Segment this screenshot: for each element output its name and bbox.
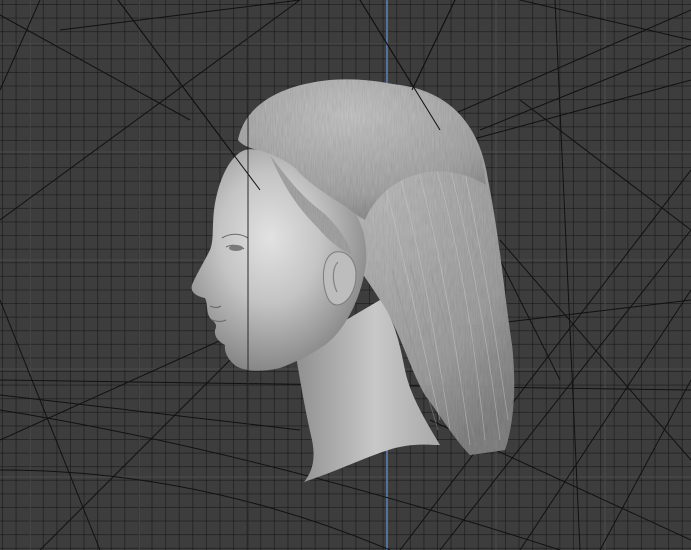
viewport-canvas <box>0 0 691 550</box>
3d-viewport[interactable] <box>0 0 691 550</box>
eye <box>229 245 243 251</box>
